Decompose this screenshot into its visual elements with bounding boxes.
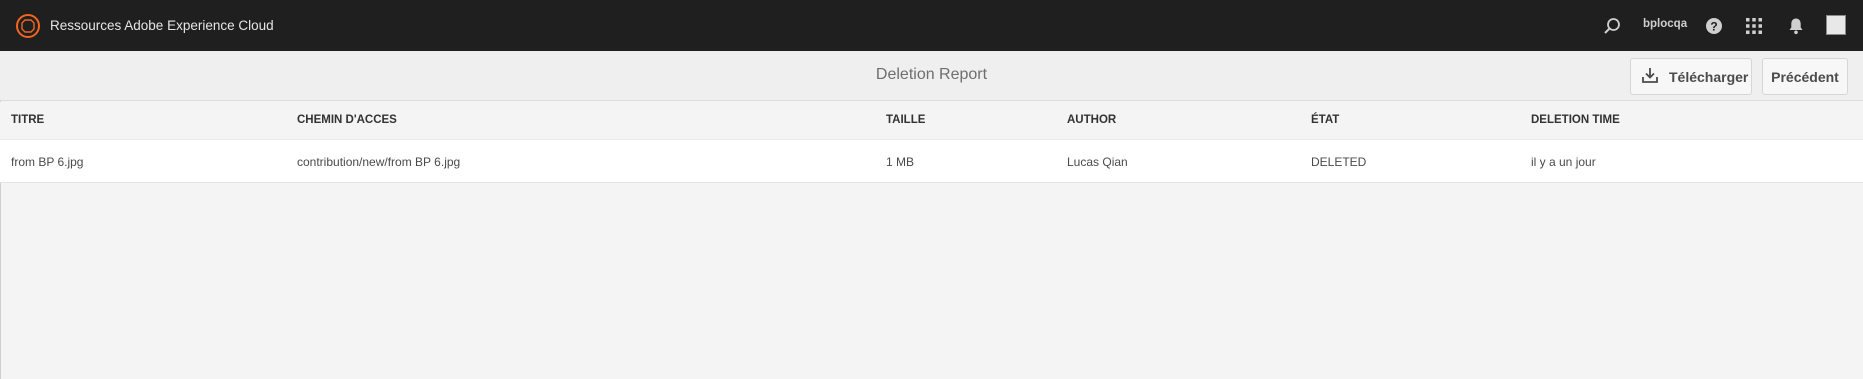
deletion-report-table: TITRE CHEMIN D'ACCES TAILLE AUTHOR ÉTAT … bbox=[0, 102, 1863, 183]
column-header-state[interactable]: ÉTAT bbox=[1311, 114, 1339, 126]
cell-size: 1 MB bbox=[886, 155, 915, 169]
apps-grid-icon[interactable] bbox=[1743, 15, 1765, 37]
cell-deletion-time: il y a un jour bbox=[1531, 155, 1596, 169]
column-header-size[interactable]: TAILLE bbox=[886, 114, 925, 126]
page-title: Deletion Report bbox=[875, 66, 988, 83]
column-header-path[interactable]: CHEMIN D'ACCES bbox=[297, 114, 397, 126]
download-button[interactable]: Télécharger bbox=[1630, 58, 1752, 95]
action-bar: Deletion Report Télécharger Précédent bbox=[0, 51, 1863, 101]
cell-author: Lucas Qian bbox=[1067, 155, 1128, 169]
back-button[interactable]: Précédent bbox=[1762, 58, 1848, 95]
column-header-deletion-time[interactable]: DELETION TIME bbox=[1531, 114, 1620, 126]
search-icon[interactable] bbox=[1601, 15, 1623, 37]
table-row[interactable]: from BP 6.jpg contribution/new/from BP 6… bbox=[0, 139, 1863, 183]
avatar-image[interactable] bbox=[1826, 15, 1846, 35]
help-icon[interactable]: ? bbox=[1703, 15, 1725, 37]
app-title: Ressources Adobe Experience Cloud bbox=[50, 18, 274, 33]
brand-home-link[interactable]: Ressources Adobe Experience Cloud bbox=[16, 13, 274, 38]
cell-path: contribution/new/from BP 6.jpg bbox=[297, 155, 461, 169]
table-header: TITRE CHEMIN D'ACCES TAILLE AUTHOR ÉTAT … bbox=[0, 102, 1863, 139]
back-button-label: Précédent bbox=[1771, 68, 1839, 85]
download-button-label: Télécharger bbox=[1669, 68, 1749, 85]
cell-state: DELETED bbox=[1311, 155, 1367, 169]
column-header-title[interactable]: TITRE bbox=[11, 114, 44, 126]
adobe-experience-cloud-logo-icon bbox=[16, 13, 40, 38]
column-header-author[interactable]: AUTHOR bbox=[1067, 114, 1116, 126]
cell-title: from BP 6.jpg bbox=[11, 155, 84, 169]
user-name[interactable]: bplocqa bbox=[1643, 18, 1687, 30]
bell-icon[interactable] bbox=[1785, 15, 1807, 37]
svg-text:?: ? bbox=[1710, 19, 1717, 33]
download-icon bbox=[1641, 66, 1659, 87]
global-header: Ressources Adobe Experience Cloud bplocq… bbox=[0, 0, 1863, 51]
